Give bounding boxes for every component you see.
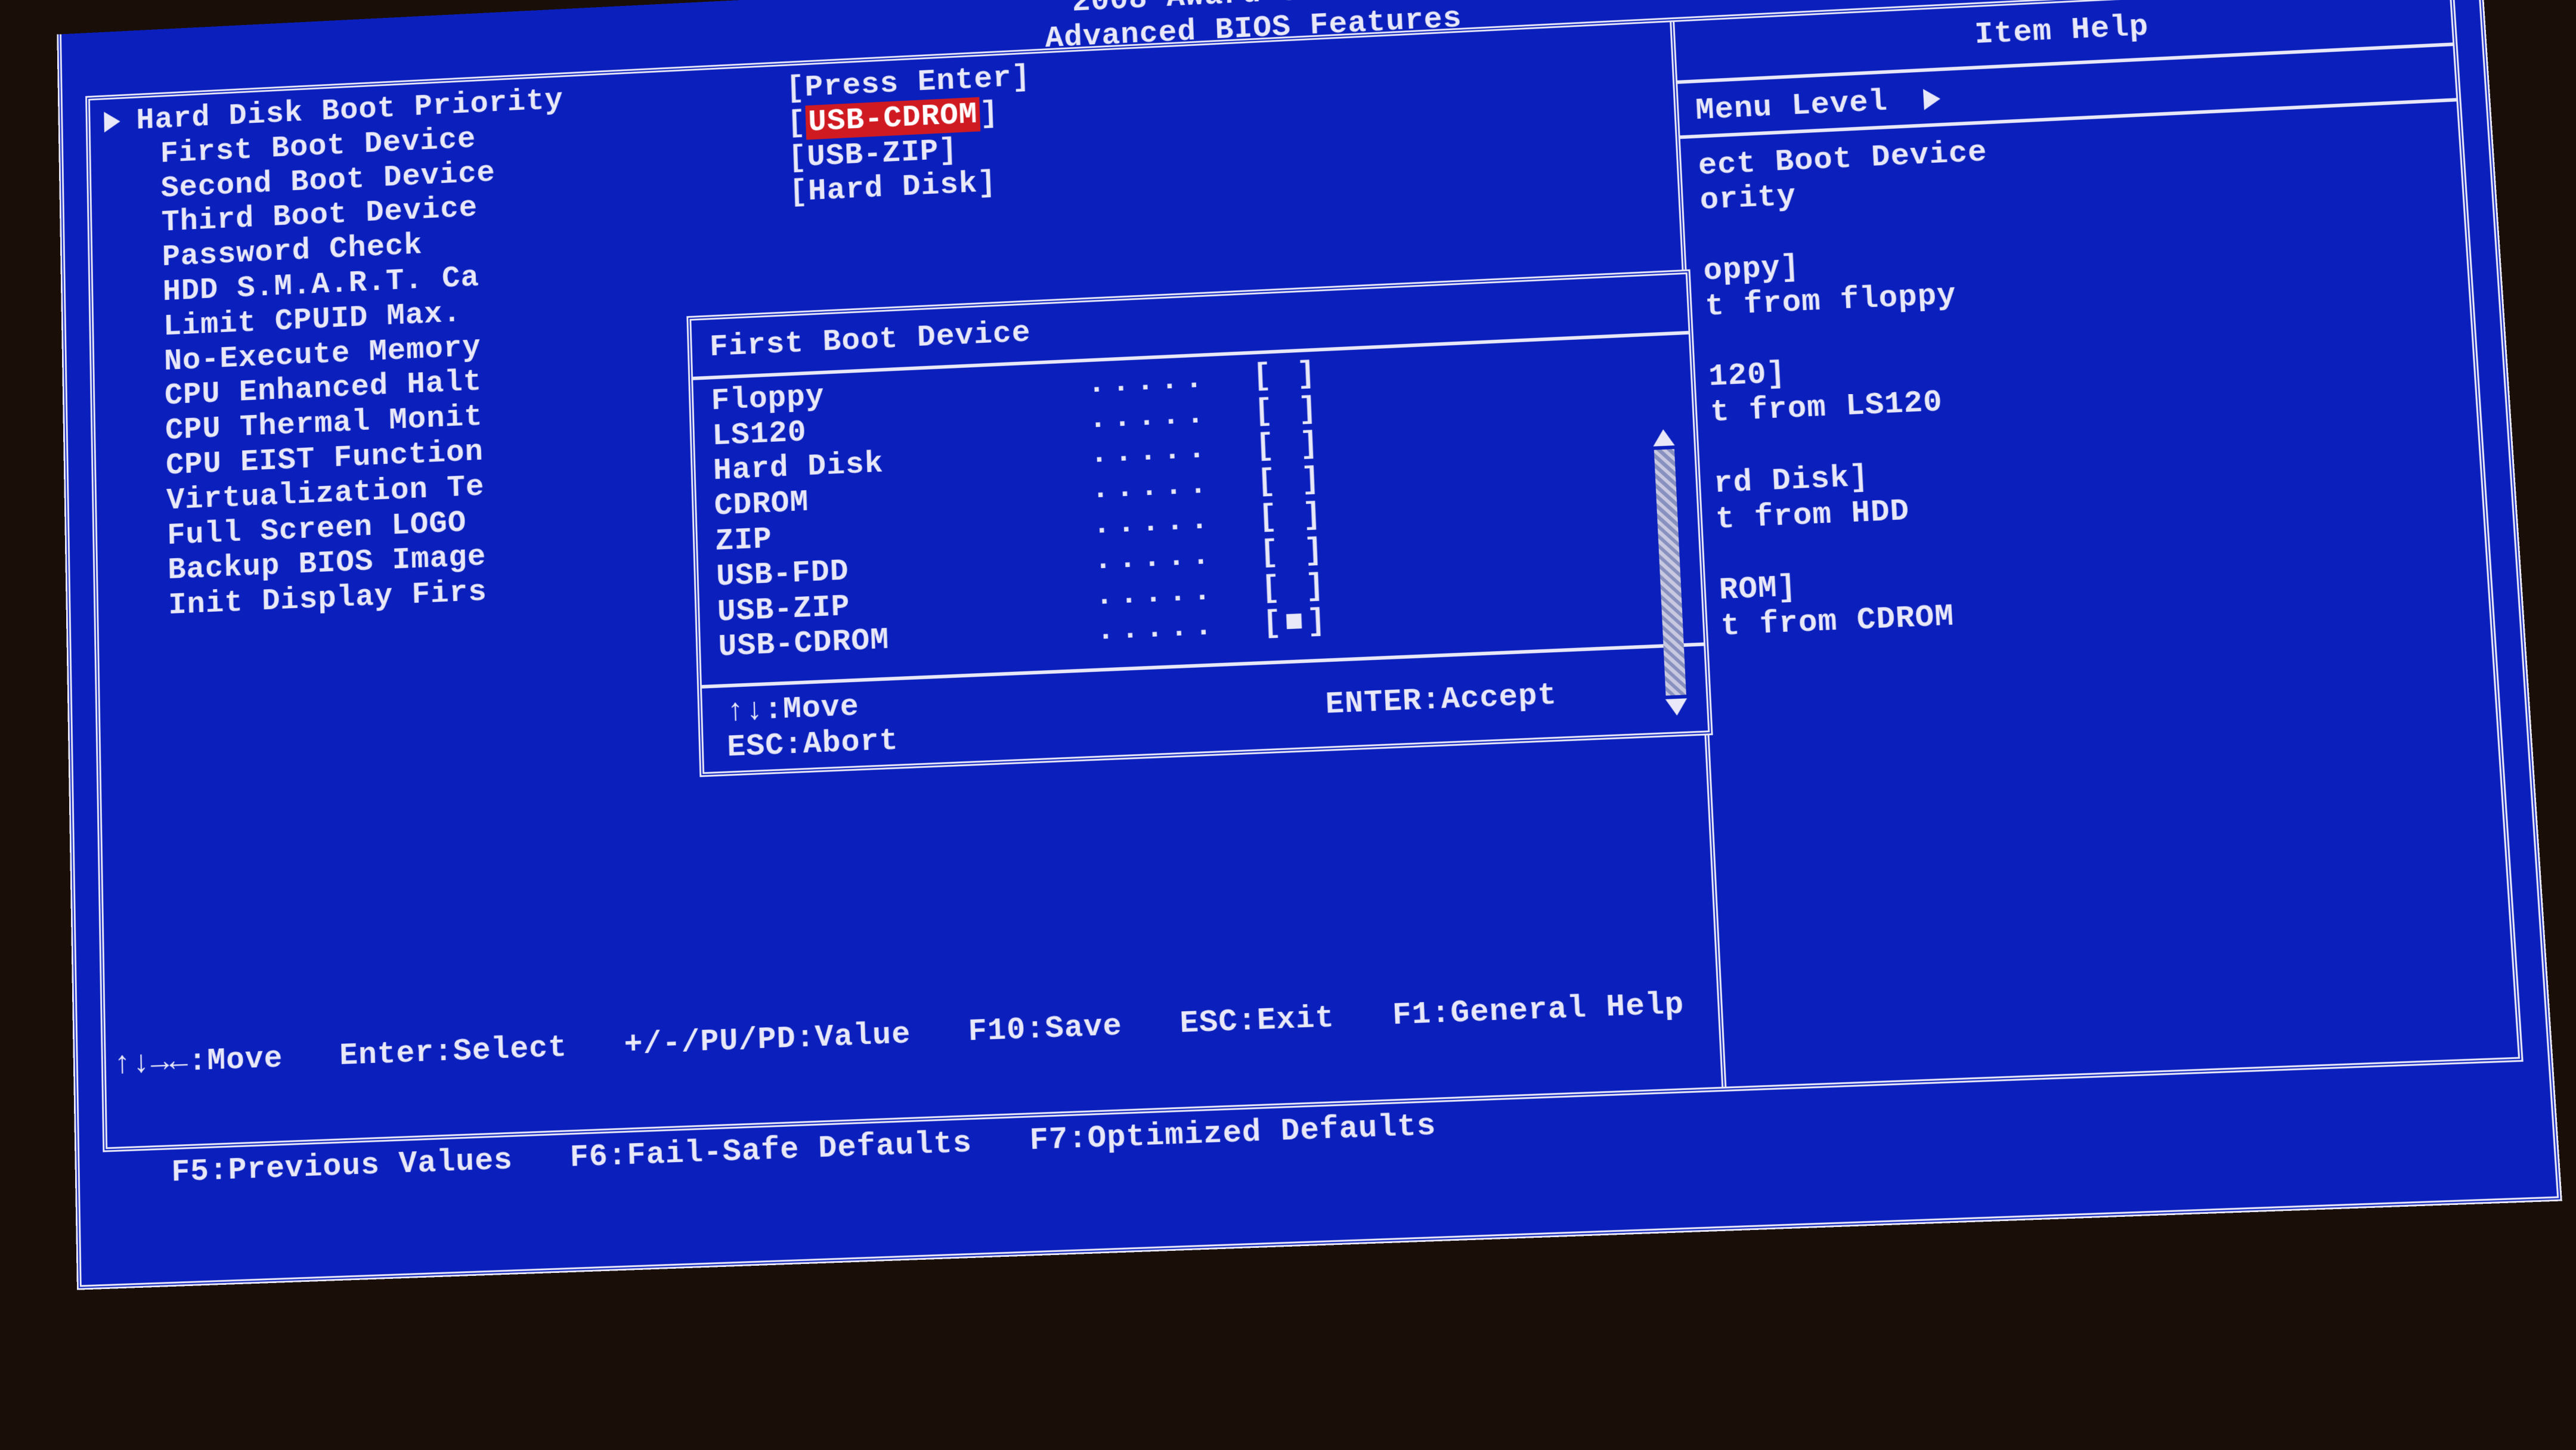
option-radio[interactable]: [■] <box>1262 603 1335 642</box>
menu-level-label: Menu Level <box>1695 84 1888 128</box>
option-radio[interactable]: [ ] <box>1258 497 1330 536</box>
footer-line-2: F5:Previous Values F6:Fail-Safe Defaults… <box>114 1067 2513 1192</box>
option-radio[interactable]: [ ] <box>1259 532 1332 571</box>
scroll-down-icon[interactable] <box>1665 698 1688 716</box>
option-radio[interactable]: [ ] <box>1255 426 1327 465</box>
dialog-option-list: Floppy.....[ ]LS120.....[ ]Hard Disk....… <box>693 339 1703 679</box>
footer-line-1: ↑↓→←:Move Enter:Select +/-/PU/PD:Value F… <box>113 955 2506 1083</box>
scroll-up-icon[interactable] <box>1652 429 1674 446</box>
hint-accept: ENTER:Accept <box>1325 677 1558 722</box>
cursor-triangle-icon <box>104 111 120 133</box>
menu-level-arrow-icon <box>1923 88 1941 110</box>
option-radio[interactable]: [ ] <box>1256 461 1329 500</box>
option-radio[interactable]: [ ] <box>1253 391 1326 430</box>
option-radio[interactable]: [ ] <box>1261 568 1333 607</box>
option-radio[interactable]: [ ] <box>1252 356 1325 395</box>
first-boot-device-dialog[interactable]: First Boot Device Floppy.....[ ]LS120...… <box>686 269 1713 777</box>
help-text: ect Boot Deviceority oppy]t from floppy … <box>1698 113 2472 645</box>
option-dots: ..... <box>1095 606 1263 649</box>
bios-screen: 2008 Award Software Advanced BIOS Featur… <box>57 0 2562 1290</box>
